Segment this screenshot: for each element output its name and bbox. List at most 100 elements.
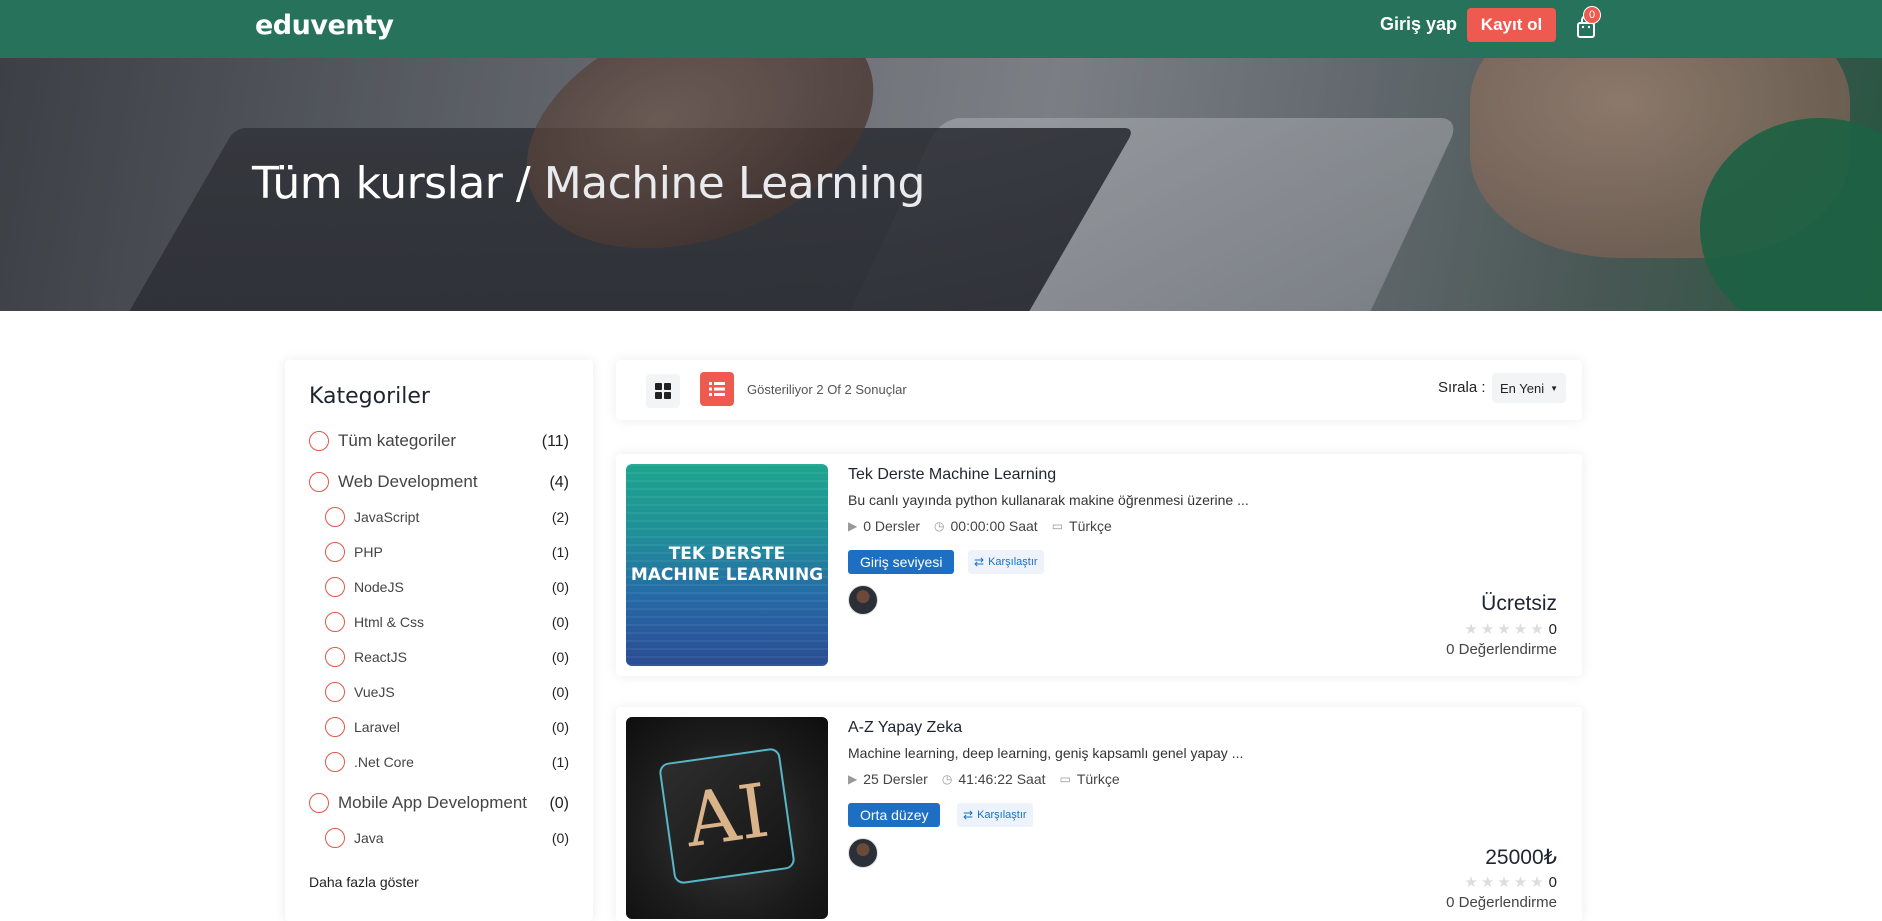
star-icon: ★ (1513, 621, 1528, 638)
caret-down-icon: ▼ (1550, 383, 1559, 393)
site-logo[interactable]: eduventy (255, 10, 394, 41)
compare-icon: ⇄ (963, 808, 974, 822)
hero-banner: Tüm kurslar / Machine Learning (0, 58, 1882, 311)
star-icon: ★ (1464, 874, 1478, 891)
sidebar-title: Kategoriler (309, 384, 430, 409)
rating-value: 0 (1548, 620, 1557, 638)
course-card[interactable]: AI A-Z Yapay Zeka Machine learning, deep… (616, 707, 1582, 921)
instructor-avatar[interactable] (848, 585, 878, 615)
sort-select[interactable]: En Yeni ▼ (1492, 373, 1566, 403)
category-count: (0) (551, 614, 569, 630)
thumbnail-text: AI (680, 767, 774, 865)
category-count: (0) (549, 795, 569, 812)
star-icon: ★ (1497, 874, 1511, 891)
radio-icon[interactable] (325, 612, 345, 632)
category-item-nodejs[interactable]: NodeJS (325, 577, 404, 597)
radio-icon[interactable] (309, 431, 329, 451)
rating-value: 0 (1548, 873, 1557, 891)
compare-button[interactable]: ⇄ Karşılaştır (968, 550, 1044, 574)
course-price: 25000₺ (1485, 846, 1557, 869)
radio-icon[interactable] (325, 647, 345, 667)
compare-icon: ⇄ (974, 555, 985, 569)
course-duration: 41:46:22 Saat (958, 771, 1046, 787)
page-title: Tüm kurslar / Machine Learning (252, 158, 925, 209)
radio-icon[interactable] (325, 682, 345, 702)
list-view-icon[interactable] (700, 372, 734, 406)
show-more-link[interactable]: Daha fazla göster (309, 874, 419, 890)
course-thumbnail[interactable]: AI (626, 717, 828, 919)
radio-icon[interactable] (309, 793, 329, 813)
level-badge[interactable]: Orta düzey (848, 803, 941, 827)
course-description: Machine learning, deep learning, geniş k… (848, 745, 1244, 761)
category-item-vuejs[interactable]: VueJS (325, 682, 395, 702)
level-badge[interactable]: Giriş seviyesi (848, 550, 955, 574)
category-count: (4) (549, 474, 569, 491)
category-item-web-development[interactable]: Web Development (309, 472, 478, 492)
course-meta: ▶ 0 Dersler ◷ 00:00:00 Saat ▭ Türkçe (848, 518, 1126, 534)
rating-stars: ★ ★ ★ ★ ★ 0 (1461, 620, 1557, 639)
results-count: Gösteriliyor 2 Of 2 Sonuçlar (747, 382, 907, 397)
language-icon: ▭ (1059, 772, 1071, 786)
star-icon: ★ (1530, 874, 1544, 891)
thumbnail-text: MACHINE LEARNING (630, 565, 824, 585)
category-item-all[interactable]: Tüm kategoriler (309, 431, 456, 451)
page-title-category: Machine Learning (530, 158, 926, 209)
category-item-net-core[interactable]: .Net Core (325, 752, 414, 772)
course-meta: ▶ 25 Dersler ◷ 41:46:22 Saat ▭ Türkçe (848, 771, 1134, 787)
rating-count: 0 Değerlendirme (1446, 641, 1557, 658)
lesson-count: 25 Dersler (863, 771, 928, 787)
radio-icon[interactable] (325, 828, 345, 848)
star-icon: ★ (1464, 621, 1478, 638)
page-title-main[interactable]: Tüm kurslar / (252, 158, 531, 209)
category-item-html-css[interactable]: Html & Css (325, 612, 424, 632)
radio-icon[interactable] (309, 472, 329, 492)
category-count: (1) (551, 544, 569, 560)
login-link[interactable]: Giriş yap (1380, 14, 1457, 35)
language-icon: ▭ (1051, 519, 1064, 533)
category-sidebar: Kategoriler Tüm kategoriler (11) Web Dev… (285, 360, 593, 921)
sort-label: Sırala : (1438, 379, 1486, 396)
star-icon: ★ (1513, 874, 1528, 891)
results-toolbar: Gösteriliyor 2 Of 2 Sonuçlar Sırala : En… (616, 360, 1582, 420)
rating-count: 0 Değerlendirme (1446, 894, 1557, 911)
thumbnail-text: TEK DERSTE (668, 544, 786, 564)
lesson-count: 0 Dersler (863, 518, 921, 534)
star-icon: ★ (1530, 621, 1544, 638)
category-item-javascript[interactable]: JavaScript (325, 507, 419, 527)
star-icon: ★ (1480, 874, 1495, 891)
category-count: (0) (551, 649, 569, 665)
top-navbar: eduventy Giriş yap Kayıt ol 0 (0, 0, 1882, 58)
course-card[interactable]: TEK DERSTE MACHINE LEARNING Tek Derste M… (616, 454, 1582, 676)
compare-button[interactable]: ⇄ Karşılaştır (957, 803, 1033, 827)
signup-button[interactable]: Kayıt ol (1467, 8, 1556, 42)
category-item-laravel[interactable]: Laravel (325, 717, 400, 737)
radio-icon[interactable] (325, 507, 345, 527)
grid-view-icon[interactable] (646, 374, 680, 408)
category-item-mobile-app-development[interactable]: Mobile App Development (309, 793, 527, 813)
course-thumbnail[interactable]: TEK DERSTE MACHINE LEARNING (626, 464, 828, 666)
category-item-reactjs[interactable]: ReactJS (325, 647, 407, 667)
play-icon: ▶ (848, 519, 858, 533)
course-language: Türkçe (1076, 771, 1120, 787)
radio-icon[interactable] (325, 752, 345, 772)
category-count: (0) (551, 684, 569, 700)
course-price: Ücretsiz (1481, 592, 1557, 615)
category-item-java[interactable]: Java (325, 828, 384, 848)
instructor-avatar[interactable] (848, 838, 878, 868)
category-item-php[interactable]: PHP (325, 542, 383, 562)
rating-stars: ★ ★ ★ ★ ★ 0 (1461, 873, 1557, 892)
radio-icon[interactable] (325, 542, 345, 562)
cart-count-badge: 0 (1583, 6, 1601, 24)
course-title[interactable]: A-Z Yapay Zeka (848, 719, 962, 737)
category-count: (11) (541, 433, 569, 450)
play-icon: ▶ (848, 772, 858, 786)
sort-value: En Yeni (1500, 380, 1545, 396)
radio-icon[interactable] (325, 717, 345, 737)
star-icon: ★ (1480, 621, 1495, 638)
radio-icon[interactable] (325, 577, 345, 597)
course-title[interactable]: Tek Derste Machine Learning (848, 466, 1056, 484)
course-description: Bu canlı yayında python kullanarak makin… (848, 492, 1249, 508)
category-count: (0) (551, 830, 569, 846)
course-language: Türkçe (1069, 518, 1112, 534)
category-count: (2) (551, 509, 569, 525)
